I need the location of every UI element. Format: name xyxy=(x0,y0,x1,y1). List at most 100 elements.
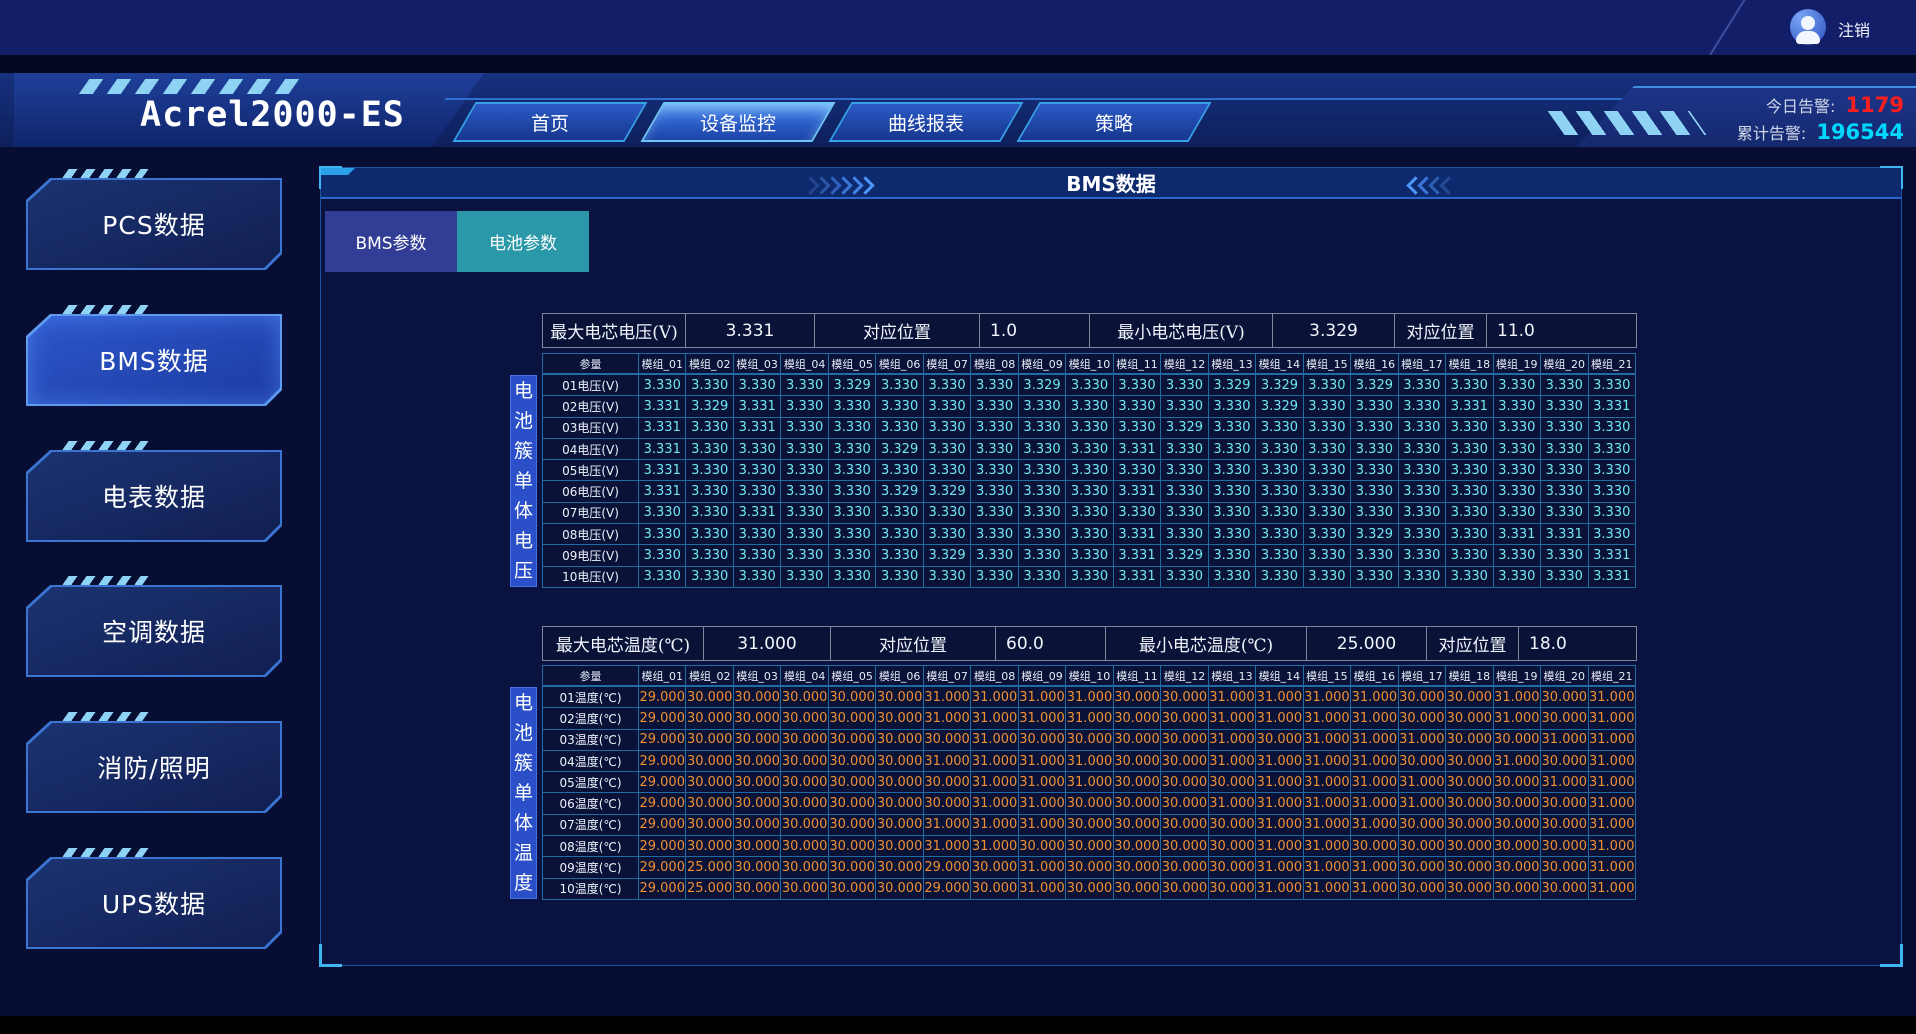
temperature-value-cell: 31.000 xyxy=(1256,815,1303,836)
module-column-header: 模组_18 xyxy=(1446,666,1493,686)
temperature-value-cell: 25.000 xyxy=(686,857,733,878)
today-alarm-row: 今日告警: 1179 xyxy=(1766,93,1904,117)
voltage-value-cell: 3.330 xyxy=(1351,396,1398,417)
voltage-value-cell: 3.330 xyxy=(1256,567,1303,588)
voltage-value-cell: 3.330 xyxy=(1446,567,1493,588)
voltage-value-cell: 3.330 xyxy=(1541,375,1588,396)
temperature-value-cell: 30.000 xyxy=(876,879,923,900)
temperature-value-cell: 30.000 xyxy=(1114,793,1161,814)
module-column-header: 模组_04 xyxy=(781,666,828,686)
temperature-value-cell: 30.000 xyxy=(1446,836,1493,857)
voltage-value-cell: 3.330 xyxy=(1446,460,1493,481)
temperature-value-cell: 31.000 xyxy=(1589,857,1636,878)
voltage-data-grid: 01电压(V)3.3303.3303.3303.3303.3293.3303.3… xyxy=(542,374,1636,588)
temperature-value-cell: 30.000 xyxy=(781,879,828,900)
voltage-value-cell: 3.330 xyxy=(1209,418,1256,439)
voltage-value-cell: 3.330 xyxy=(1019,481,1066,502)
voltage-summary-label: 最小电芯电压(V) xyxy=(1090,314,1273,347)
temperature-value-cell: 30.000 xyxy=(971,879,1018,900)
nav-tab-label: 曲线报表 xyxy=(842,104,1010,140)
module-column-header: 模组_07 xyxy=(924,666,971,686)
topbar-diagonal-divider xyxy=(1705,0,1746,62)
voltage-value-cell: 3.330 xyxy=(1446,524,1493,545)
nav-tab-label: 设备监控 xyxy=(654,104,822,140)
temperature-value-cell: 30.000 xyxy=(734,879,781,900)
voltage-value-cell: 3.330 xyxy=(1019,545,1066,566)
temperature-summary-label: 最大电芯温度(℃) xyxy=(543,627,704,660)
sidebar-item-3[interactable]: 电表数据 xyxy=(26,450,282,542)
voltage-value-cell: 3.330 xyxy=(1351,545,1398,566)
module-column-header: 模组_05 xyxy=(829,354,876,374)
temperature-value-cell: 31.000 xyxy=(1256,708,1303,729)
voltage-value-cell: 3.330 xyxy=(1446,439,1493,460)
temperature-value-cell: 30.000 xyxy=(1161,836,1208,857)
temperature-value-cell: 30.000 xyxy=(1066,793,1113,814)
temperature-value-cell: 30.000 xyxy=(1494,793,1541,814)
temperature-value-cell: 30.000 xyxy=(781,815,828,836)
temperature-value-cell: 30.000 xyxy=(1114,836,1161,857)
temperature-value-cell: 30.000 xyxy=(876,708,923,729)
voltage-value-cell: 3.330 xyxy=(1494,503,1541,524)
voltage-value-cell: 3.330 xyxy=(1589,439,1636,460)
sidebar-item-2[interactable]: BMS数据 xyxy=(26,314,282,406)
temperature-value-cell: 30.000 xyxy=(876,793,923,814)
nav-tab-1[interactable]: 首页 xyxy=(452,102,647,142)
voltage-row-label: 10电压(V) xyxy=(543,567,639,588)
temperature-summary-value: 60.0 xyxy=(996,627,1106,660)
sidebar-item-6[interactable]: UPS数据 xyxy=(26,857,282,949)
voltage-value-cell: 3.330 xyxy=(924,439,971,460)
temperature-value-cell: 31.000 xyxy=(971,730,1018,751)
voltage-value-cell: 3.330 xyxy=(1541,460,1588,481)
temperature-value-cell: 30.000 xyxy=(1541,815,1588,836)
voltage-value-cell: 3.330 xyxy=(1446,545,1493,566)
voltage-side-label-char: 单 xyxy=(514,472,533,491)
temperature-value-cell: 31.000 xyxy=(1256,879,1303,900)
voltage-value-cell: 3.331 xyxy=(1446,396,1493,417)
module-column-header: 模组_07 xyxy=(924,354,971,374)
user-avatar[interactable] xyxy=(1790,9,1826,45)
temperature-value-cell: 31.000 xyxy=(971,836,1018,857)
voltage-value-cell: 3.330 xyxy=(1351,481,1398,502)
temperature-value-cell: 30.000 xyxy=(1066,857,1113,878)
temperature-value-cell: 31.000 xyxy=(1494,751,1541,772)
temperature-value-cell: 30.000 xyxy=(1541,708,1588,729)
voltage-value-cell: 3.330 xyxy=(829,396,876,417)
temperature-value-cell: 30.000 xyxy=(1541,751,1588,772)
voltage-value-cell: 3.330 xyxy=(686,503,733,524)
logout-button[interactable]: 注销 xyxy=(1838,17,1870,41)
voltage-value-cell: 3.330 xyxy=(1494,567,1541,588)
voltage-value-cell: 3.330 xyxy=(1161,396,1208,417)
voltage-summary-label: 对应位置 xyxy=(815,314,980,347)
voltage-side-label-char: 体 xyxy=(514,502,533,521)
nav-tab-3[interactable]: 曲线报表 xyxy=(828,102,1023,142)
nav-tab-2[interactable]: 设备监控 xyxy=(640,102,835,142)
voltage-value-cell: 3.330 xyxy=(971,439,1018,460)
voltage-value-cell: 3.330 xyxy=(1019,460,1066,481)
sidebar-item-5[interactable]: 消防/照明 xyxy=(26,721,282,813)
module-column-header: 模组_09 xyxy=(1019,666,1066,686)
temperature-value-cell: 31.000 xyxy=(1304,879,1351,900)
voltage-value-cell: 3.330 xyxy=(1161,567,1208,588)
nav-tab-4[interactable]: 策略 xyxy=(1016,102,1211,142)
temperature-value-cell: 30.000 xyxy=(734,836,781,857)
temperature-summary-value: 25.000 xyxy=(1307,627,1427,660)
temperature-value-cell: 30.000 xyxy=(1494,879,1541,900)
temperature-value-cell: 30.000 xyxy=(1446,793,1493,814)
voltage-value-cell: 3.330 xyxy=(1494,545,1541,566)
sidebar-item-4[interactable]: 空调数据 xyxy=(26,585,282,677)
panel-tab-2[interactable]: 电池参数 xyxy=(457,211,589,272)
module-column-header: 模组_13 xyxy=(1209,354,1256,374)
temperature-value-cell: 30.000 xyxy=(829,815,876,836)
temperature-value-cell: 31.000 xyxy=(924,815,971,836)
temperature-value-cell: 31.000 xyxy=(1066,772,1113,793)
temperature-value-cell: 30.000 xyxy=(1399,708,1446,729)
temperature-value-cell: 31.000 xyxy=(1304,751,1351,772)
voltage-value-cell: 3.330 xyxy=(1399,567,1446,588)
sidebar-item-1[interactable]: PCS数据 xyxy=(26,178,282,270)
panel-tab-1[interactable]: BMS参数 xyxy=(325,211,457,272)
voltage-value-cell: 3.329 xyxy=(924,545,971,566)
voltage-value-cell: 3.330 xyxy=(1351,439,1398,460)
temperature-value-cell: 30.000 xyxy=(1446,857,1493,878)
voltage-value-cell: 3.330 xyxy=(1066,545,1113,566)
voltage-value-cell: 3.330 xyxy=(1019,439,1066,460)
